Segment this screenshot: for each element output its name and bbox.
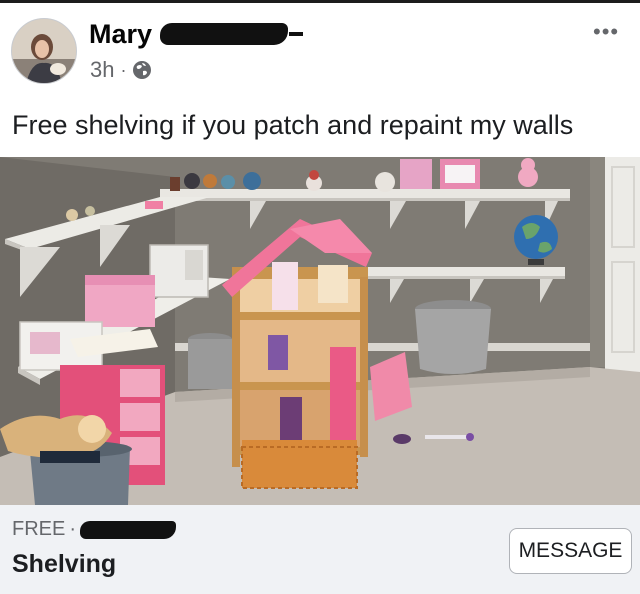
post-header: Mary 3h · ••• bbox=[0, 3, 640, 93]
more-options-icon[interactable]: ••• bbox=[593, 19, 619, 45]
post-time[interactable]: 3h bbox=[90, 57, 114, 83]
post-caption: Free shelving if you patch and repaint m… bbox=[12, 110, 574, 140]
author-name[interactable]: Mary bbox=[89, 19, 152, 50]
price-separator: · bbox=[69, 518, 77, 540]
avatar[interactable] bbox=[11, 18, 77, 84]
meta-separator: · bbox=[120, 59, 127, 80]
author-row: Mary bbox=[89, 17, 304, 51]
listing-title[interactable]: Shelving bbox=[12, 550, 116, 579]
globe-icon bbox=[133, 61, 152, 79]
redacted-location bbox=[80, 520, 177, 539]
listing-price: FREE bbox=[12, 518, 66, 540]
listing-photo[interactable] bbox=[0, 157, 640, 505]
redaction-tail bbox=[289, 32, 304, 36]
listing-price-row: FREE · bbox=[12, 518, 177, 541]
post-meta: 3h · bbox=[90, 57, 152, 83]
redacted-surname bbox=[160, 23, 289, 45]
message-button[interactable]: MESSAGE bbox=[509, 528, 632, 574]
